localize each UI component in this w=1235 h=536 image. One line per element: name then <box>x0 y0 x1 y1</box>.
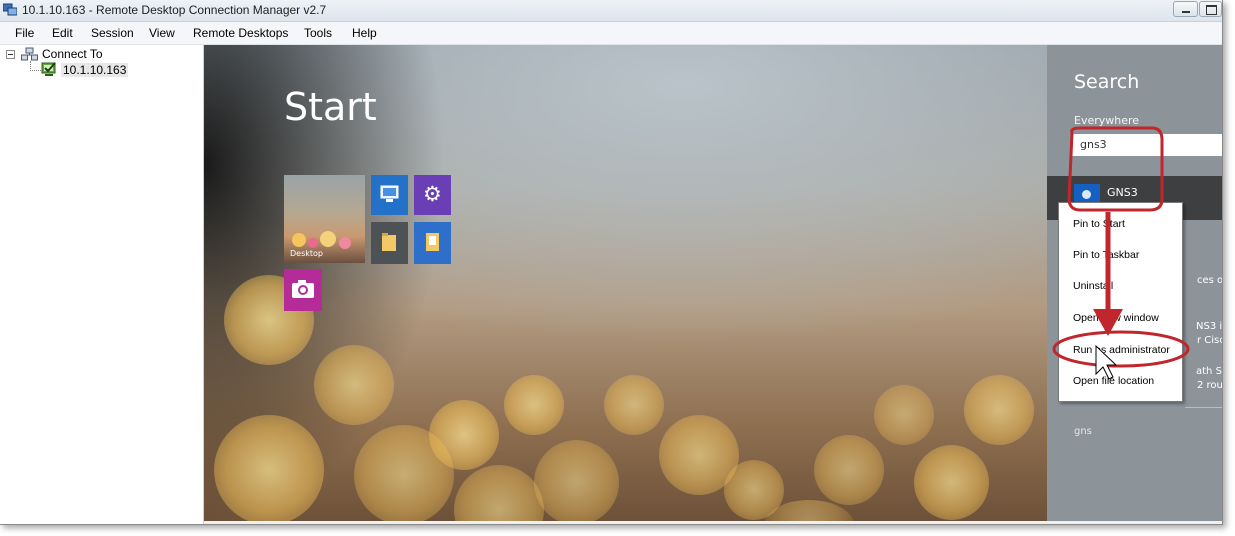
document-icon <box>426 233 439 251</box>
tree-collapse-toggle[interactable] <box>6 50 15 59</box>
app-icon <box>3 3 17 16</box>
computer-tile[interactable] <box>371 175 408 215</box>
tree-group-connect-to[interactable]: Connect To <box>42 47 103 61</box>
gns3-logo <box>1082 190 1091 199</box>
bokeh-light <box>874 385 934 445</box>
result-description-fragment: 2 routes <box>1197 380 1222 391</box>
menu-tools[interactable]: Tools <box>304 26 332 40</box>
desktop-tile-label: Desktop <box>290 249 323 258</box>
desktop-tile[interactable]: Desktop <box>284 175 365 263</box>
bokeh-light <box>314 345 394 425</box>
minus-icon <box>8 54 13 55</box>
result-description-fragment: ath Selec <box>1196 366 1222 377</box>
menu-help[interactable]: Help <box>352 26 377 40</box>
folder-icon <box>382 233 396 251</box>
context-menu: Pin to Start Pin to Taskbar Uninstall Op… <box>1058 202 1183 402</box>
result-description-fragment: NS3 is a <box>1196 321 1222 332</box>
connected-server-icon <box>41 62 56 76</box>
tree-server-item[interactable]: 10.1.10.163 <box>61 63 129 77</box>
context-open-file-location[interactable]: Open file location <box>1073 375 1154 387</box>
bokeh-light <box>534 440 619 521</box>
context-open-new-window[interactable]: Open new window <box>1073 312 1159 324</box>
tile-bokeh <box>292 233 306 247</box>
context-uninstall[interactable]: Uninstall <box>1073 280 1113 292</box>
minimize-icon <box>1182 11 1190 13</box>
context-pin-to-taskbar[interactable]: Pin to Taskbar <box>1073 249 1139 261</box>
bokeh-light <box>429 400 499 470</box>
rdcman-window: 10.1.10.163 - Remote Desktop Connection … <box>0 0 1223 525</box>
menu-remote-desktops[interactable]: Remote Desktops <box>193 26 288 40</box>
computer-icon <box>380 185 399 202</box>
menu-view[interactable]: View <box>149 26 175 40</box>
bokeh-light <box>214 415 324 521</box>
start-screen-title: Start <box>284 85 377 129</box>
bokeh-light <box>454 465 544 521</box>
context-run-as-administrator[interactable]: Run as administrator <box>1073 344 1170 356</box>
search-scope-dropdown[interactable]: Everywhere ⌵ <box>1074 109 1154 146</box>
tile-bokeh <box>320 231 336 247</box>
documents-tile[interactable] <box>414 222 451 264</box>
menu-session[interactable]: Session <box>91 26 134 40</box>
bokeh-light <box>914 445 989 520</box>
maximize-button[interactable] <box>1199 1 1222 17</box>
tile-bokeh <box>308 238 318 248</box>
title-bar: 10.1.10.163 - Remote Desktop Connection … <box>0 0 1222 22</box>
bokeh-light <box>604 375 664 435</box>
search-suggestion[interactable]: gns <box>1074 426 1092 437</box>
menu-edit[interactable]: Edit <box>52 26 73 40</box>
gear-icon: ⚙ <box>423 182 442 206</box>
server-group-icon <box>21 47 38 61</box>
search-charm-title: Search <box>1074 71 1140 93</box>
maximize-icon <box>1206 5 1217 15</box>
window-title: 10.1.10.163 - Remote Desktop Connection … <box>22 3 327 17</box>
context-pin-to-start[interactable]: Pin to Start <box>1073 218 1125 230</box>
bokeh-light <box>964 375 1034 445</box>
menu-bar: File Edit Session View Remote Desktops T… <box>0 22 1222 45</box>
camera-icon <box>292 280 314 298</box>
menu-file[interactable]: File <box>15 26 34 40</box>
search-scope-label: Everywhere <box>1074 114 1140 127</box>
search-input-value: gns3 <box>1080 138 1107 151</box>
settings-tile[interactable]: ⚙ <box>414 175 451 215</box>
camera-tile[interactable] <box>284 269 322 311</box>
charm-divider <box>1185 407 1222 408</box>
search-input[interactable]: gns3 <box>1072 134 1222 156</box>
tile-bokeh <box>339 237 351 249</box>
tree-connector-line <box>30 70 41 72</box>
result-description-fragment: r Cisco <box>1197 335 1222 346</box>
bokeh-light <box>814 435 884 505</box>
minimize-button[interactable] <box>1173 1 1198 17</box>
result-description-fragment: ces on o <box>1197 275 1222 286</box>
file-explorer-tile[interactable] <box>371 222 408 264</box>
search-result-label: GNS3 <box>1107 186 1138 199</box>
server-tree: Connect To 10.1.10.163 <box>0 45 204 524</box>
bokeh-light <box>504 375 564 435</box>
